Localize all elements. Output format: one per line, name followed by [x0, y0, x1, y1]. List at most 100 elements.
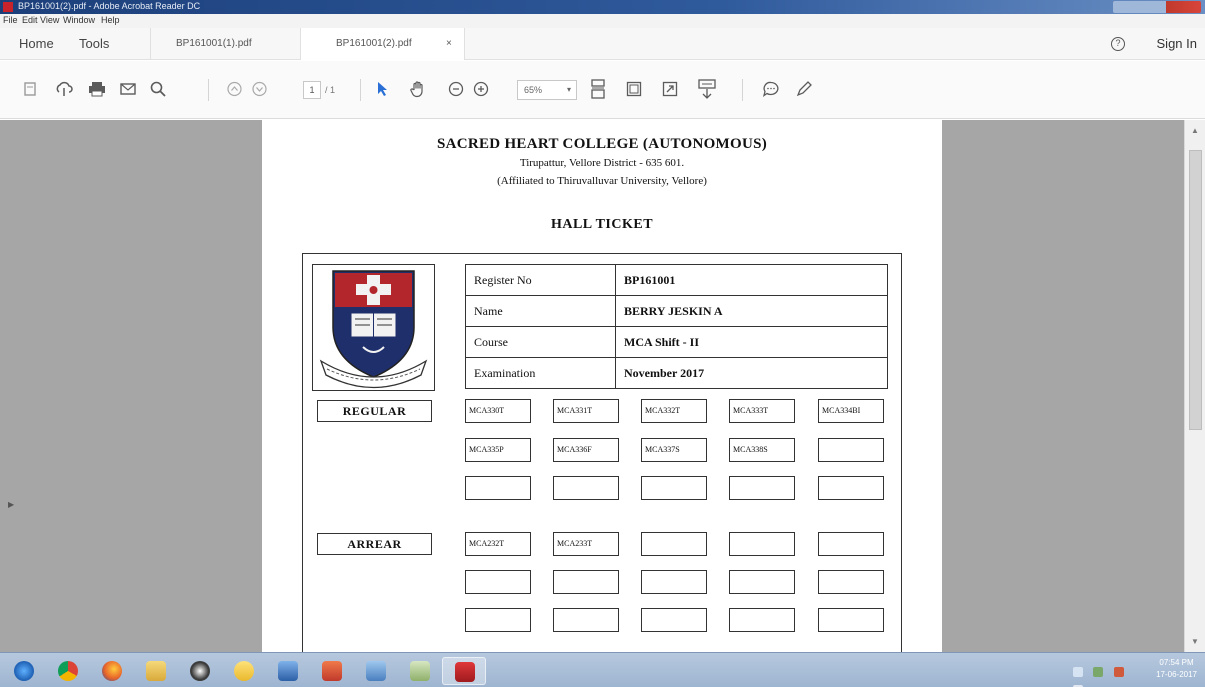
sign-in-link[interactable]: Sign In: [1157, 28, 1197, 60]
windows-logo-icon: [14, 661, 34, 681]
page-total: / 1: [325, 85, 336, 95]
subject-code-box: [553, 608, 619, 632]
taskbar-clock[interactable]: 07:54 PM 17-06-2017: [1156, 657, 1197, 681]
library-icon: [234, 661, 254, 681]
menu-edit[interactable]: Edit: [22, 15, 38, 25]
select-cursor-icon[interactable]: [377, 81, 389, 97]
clock-time: 07:54 PM: [1159, 658, 1194, 667]
info-label: Name: [465, 295, 616, 327]
vertical-scrollbar[interactable]: ▲ ▼: [1184, 120, 1205, 652]
toolbar-separator: [208, 79, 209, 101]
acrobat-icon: [455, 662, 475, 682]
tab-close-icon[interactable]: ×: [446, 28, 452, 60]
cube-icon: [278, 661, 298, 681]
network-icon[interactable]: [1093, 667, 1104, 677]
zoom-in-icon[interactable]: [473, 81, 489, 97]
menu-help[interactable]: Help: [101, 15, 120, 25]
subject-code-box: [465, 476, 531, 500]
subject-code-box: [818, 570, 884, 594]
taskbar-files[interactable]: [222, 657, 266, 685]
print-icon[interactable]: [88, 81, 106, 97]
regular-label: REGULAR: [317, 400, 432, 422]
tab-file-2-label: BP161001(2).pdf: [336, 38, 412, 49]
subject-code-box: MCA337S: [641, 438, 707, 462]
clock-date: 17-06-2017: [1156, 670, 1197, 679]
flag-icon[interactable]: [1113, 667, 1124, 677]
subject-code-box: MCA233T: [553, 532, 619, 556]
zoom-level-value: 65%: [524, 85, 543, 95]
subject-code-box: MCA334BI: [818, 399, 884, 423]
menu-view[interactable]: View: [40, 15, 59, 25]
tab-tools[interactable]: Tools: [79, 28, 109, 60]
taskbar-firefox[interactable]: [90, 657, 134, 685]
taskbar-explorer[interactable]: [134, 657, 178, 685]
email-icon[interactable]: [120, 82, 136, 96]
media-player-icon: [190, 661, 210, 681]
zoom-out-icon[interactable]: [448, 81, 464, 97]
toolbar-separator: [360, 79, 361, 101]
taskbar-media-player[interactable]: [178, 657, 222, 685]
subject-code-box: MCA336F: [553, 438, 619, 462]
subject-code-box: [465, 570, 531, 594]
tray-arrow-icon[interactable]: [1073, 667, 1083, 677]
menu-window[interactable]: Window: [63, 15, 95, 25]
app-icon: [366, 661, 386, 681]
taskbar-acrobat[interactable]: [442, 657, 486, 685]
scroll-down-icon[interactable]: ▼: [1191, 637, 1199, 646]
page-number-input[interactable]: 1: [303, 81, 321, 99]
pen-icon[interactable]: [796, 81, 812, 97]
start-button[interactable]: [2, 657, 46, 685]
table-row: Name BERRY JESKIN A: [465, 295, 888, 327]
firefox-icon: [102, 661, 122, 681]
college-affiliation: (Affiliated to Thiruvalluvar University,…: [497, 175, 707, 187]
menu-file[interactable]: File: [3, 15, 18, 25]
window-controls[interactable]: [1113, 1, 1201, 13]
system-tray[interactable]: [1073, 664, 1143, 687]
tab-home[interactable]: Home: [19, 28, 54, 60]
toolbar-separator: [742, 79, 743, 101]
tab-file-2[interactable]: BP161001(2).pdf ×: [300, 28, 465, 60]
page-view-icon[interactable]: [626, 81, 642, 97]
zoom-level-select[interactable]: 65% ▾: [517, 80, 577, 100]
tool-icon: [410, 661, 430, 681]
next-page-icon[interactable]: [252, 81, 267, 97]
info-label: Course: [465, 326, 616, 358]
subject-code-box: [818, 476, 884, 500]
collapse-left-panel-icon[interactable]: ▶: [8, 500, 14, 509]
taskbar-virtualbox[interactable]: [266, 657, 310, 685]
taskbar-app[interactable]: [354, 657, 398, 685]
chevron-down-icon: ▾: [566, 85, 571, 94]
window-title: BP161001(2).pdf - Adobe Acrobat Reader D…: [18, 1, 201, 11]
fit-page-icon[interactable]: [590, 79, 606, 99]
subject-code-box: MCA330T: [465, 399, 531, 423]
scrollbar-thumb[interactable]: [1189, 150, 1202, 430]
subject-code-box: MCA332T: [641, 399, 707, 423]
help-icon[interactable]: ?: [1111, 37, 1125, 51]
document-viewer[interactable]: SACRED HEART COLLEGE (AUTONOMOUS) Tirupa…: [0, 120, 1205, 663]
table-row: Register No BP161001: [465, 264, 888, 296]
subject-code-box: [818, 608, 884, 632]
full-screen-icon[interactable]: [662, 81, 678, 97]
tab-file-1[interactable]: BP161001(1).pdf: [150, 28, 300, 60]
subject-code-box: [729, 476, 795, 500]
previous-page-icon[interactable]: [227, 81, 242, 97]
info-label: Register No: [465, 264, 616, 296]
create-pdf-icon[interactable]: [22, 81, 38, 97]
table-row: Course MCA Shift - II: [465, 326, 888, 358]
info-value: MCA Shift - II: [615, 326, 888, 358]
taskbar-tool[interactable]: [398, 657, 442, 685]
taskbar-chrome[interactable]: [46, 657, 90, 685]
college-logo: [312, 264, 435, 391]
hand-tool-icon[interactable]: [410, 81, 426, 98]
taskbar-powerpoint[interactable]: [310, 657, 354, 685]
scroll-up-icon[interactable]: ▲: [1191, 126, 1199, 135]
cloud-upload-icon[interactable]: [55, 81, 73, 97]
folder-icon: [146, 661, 166, 681]
comment-icon[interactable]: [762, 81, 780, 98]
read-mode-icon[interactable]: [698, 79, 716, 99]
student-info-table: Register No BP161001 Name BERRY JESKIN A…: [465, 264, 888, 389]
subject-code-box: [641, 608, 707, 632]
subject-code-box: [465, 608, 531, 632]
search-icon[interactable]: [150, 81, 166, 97]
info-value: November 2017: [615, 357, 888, 389]
